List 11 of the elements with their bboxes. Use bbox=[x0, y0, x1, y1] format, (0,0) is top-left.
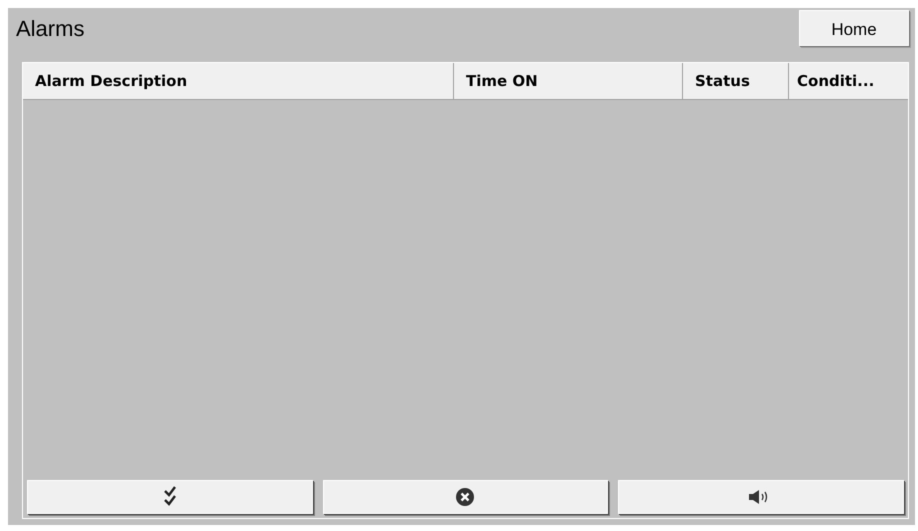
home-button[interactable]: Home bbox=[799, 10, 909, 46]
close-circle-icon bbox=[456, 488, 474, 506]
column-header[interactable]: Alarm Description bbox=[23, 63, 454, 99]
silence-button[interactable] bbox=[618, 480, 904, 514]
column-header[interactable]: Time ON bbox=[454, 63, 683, 99]
window-title: Alarms bbox=[16, 16, 84, 42]
column-header[interactable]: Status bbox=[683, 63, 789, 99]
double-check-icon bbox=[162, 486, 177, 508]
clear-button[interactable] bbox=[322, 480, 608, 514]
column-header[interactable]: Conditi... bbox=[789, 63, 908, 99]
ack-button[interactable] bbox=[27, 480, 313, 514]
